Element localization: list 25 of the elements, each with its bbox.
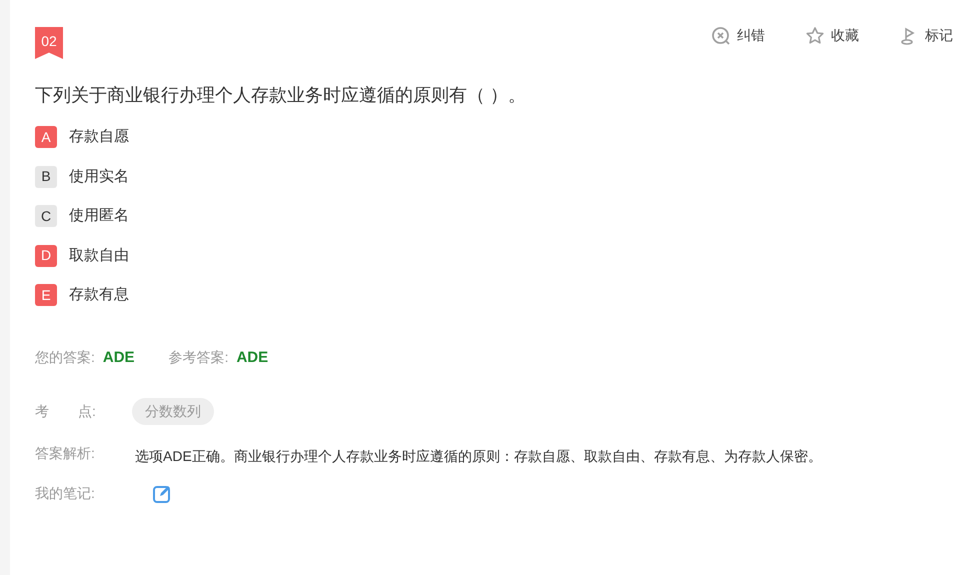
- field-label: 答案解析:: [35, 444, 96, 463]
- answer-value: ADE: [102, 348, 135, 368]
- option-text: 存款自愿: [69, 127, 129, 147]
- option-text: 存款有息: [69, 285, 129, 305]
- option-text: 使用匿名: [69, 206, 129, 226]
- question-number-badge: 02: [35, 27, 63, 59]
- answer-label: 参考答案:: [168, 348, 228, 368]
- close-circle-icon: [711, 26, 731, 46]
- field-label: 我的笔记:: [35, 484, 96, 503]
- question-text: 下列关于商业银行办理个人存款业务时应遵循的原则有（ ）。: [35, 84, 528, 107]
- field-label: 点:: [78, 402, 97, 421]
- analysis-text: 选项ADE正确。商业银行办理个人存款业务时应遵循的原则：存款自愿、取款自由、存款有息、为存款人保密。: [135, 447, 823, 466]
- answer-label: 您的答案:: [35, 348, 95, 368]
- star-icon: [805, 26, 825, 46]
- action-button[interactable]: 纠错: [711, 25, 765, 46]
- option-letter[interactable]: B: [35, 166, 57, 188]
- topic-tag: 分数数列: [132, 398, 214, 425]
- edit-note-icon[interactable]: [152, 484, 172, 504]
- field-label: 考: [35, 402, 50, 421]
- action-button[interactable]: 收藏: [805, 25, 859, 46]
- action-button[interactable]: 标记: [899, 25, 953, 46]
- answer-value: ADE: [236, 348, 268, 368]
- option-letter[interactable]: C: [35, 205, 57, 228]
- option-text: 取款自由: [69, 246, 129, 266]
- option-text: 使用实名: [69, 166, 129, 186]
